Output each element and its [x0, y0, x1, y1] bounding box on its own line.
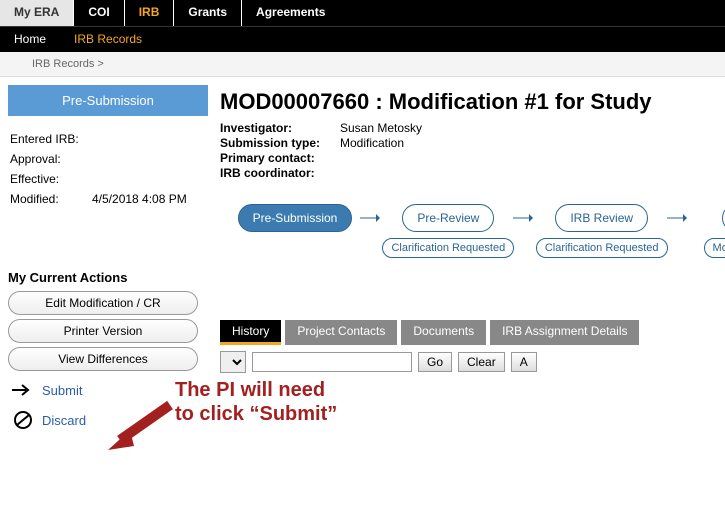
meta-value — [92, 170, 206, 188]
workflow-diagram: Pre-Submission Pre-Review Clarification … — [220, 204, 725, 284]
tab-documents[interactable]: Documents — [401, 320, 486, 345]
discard-link[interactable]: Discard — [8, 405, 208, 435]
tab-grants[interactable]: Grants — [173, 0, 241, 26]
printer-version-button[interactable]: Printer Version — [8, 319, 198, 343]
wf-step-irb-review: IRB Review — [555, 204, 648, 232]
meta-label: Approval: — [10, 150, 90, 168]
tab-coi[interactable]: COI — [73, 0, 123, 26]
wf-step-modific: Modific Requeste — [704, 238, 725, 258]
left-column: Pre-Submission Entered IRB: Approval: Ef… — [8, 85, 208, 435]
meta-value: 4/5/2018 4:08 PM — [92, 190, 206, 208]
subtab-irb-records[interactable]: IRB Records — [60, 27, 156, 52]
discard-label: Discard — [42, 413, 86, 428]
detail-value: Modification — [340, 136, 404, 150]
meta-value — [92, 150, 206, 168]
actions-header: My Current Actions — [8, 270, 208, 285]
detail-label: IRB coordinator: — [220, 166, 340, 180]
primary-tabs: My ERA COI IRB Grants Agreements — [0, 0, 725, 26]
tab-project-contacts[interactable]: Project Contacts — [285, 320, 397, 345]
filter-select[interactable] — [220, 351, 246, 373]
go-button[interactable]: Go — [418, 352, 452, 372]
wf-step-pre-submission: Pre-Submission — [238, 204, 353, 232]
no-data-text: No data — [220, 387, 725, 401]
content-tabs: History Project Contacts Documents IRB A… — [220, 320, 725, 345]
edit-modification-button[interactable]: Edit Modification / CR — [8, 291, 198, 315]
tab-agreements[interactable]: Agreements — [241, 0, 339, 26]
meta-table: Entered IRB: Approval: Effective: Modifi… — [8, 128, 208, 210]
filter-input[interactable] — [252, 352, 412, 372]
tab-irb[interactable]: IRB — [124, 0, 174, 26]
submit-link[interactable]: Submit — [8, 375, 208, 405]
breadcrumb[interactable]: IRB Records > — [0, 52, 725, 77]
view-differences-button[interactable]: View Differences — [8, 347, 198, 371]
meta-value — [92, 130, 206, 148]
subtab-home[interactable]: Home — [0, 27, 60, 52]
discard-icon — [12, 411, 34, 429]
detail-label: Investigator: — [220, 121, 340, 135]
detail-label: Primary contact: — [220, 151, 340, 165]
clear-button[interactable]: Clear — [458, 352, 505, 372]
wf-step-clarification: Clarification Requested — [382, 238, 514, 258]
top-nav: My ERA COI IRB Grants Agreements Home IR… — [0, 0, 725, 52]
status-banner: Pre-Submission — [8, 85, 208, 116]
secondary-tabs: Home IRB Records — [0, 26, 725, 52]
tab-my-era[interactable]: My ERA — [0, 0, 73, 26]
tab-irb-assignment[interactable]: IRB Assignment Details — [490, 320, 639, 345]
advanced-button[interactable]: A — [511, 352, 537, 372]
detail-value: Susan Metosky — [340, 121, 422, 135]
right-column: MOD00007660 : Modification #1 for Study … — [208, 85, 725, 435]
tab-history[interactable]: History — [220, 320, 281, 345]
meta-label: Modified: — [10, 190, 90, 208]
submit-arrow-icon — [12, 381, 34, 399]
page-title: MOD00007660 : Modification #1 for Study — [220, 89, 725, 115]
meta-label: Entered IRB: — [10, 130, 90, 148]
submit-label: Submit — [42, 383, 82, 398]
meta-label: Effective: — [10, 170, 90, 188]
detail-label: Submission type: — [220, 136, 340, 150]
wf-step-pre-review: Pre-Review — [402, 204, 494, 232]
wf-step-clarification: Clarification Requested — [536, 238, 668, 258]
filter-bar: Go Clear A — [220, 351, 725, 373]
